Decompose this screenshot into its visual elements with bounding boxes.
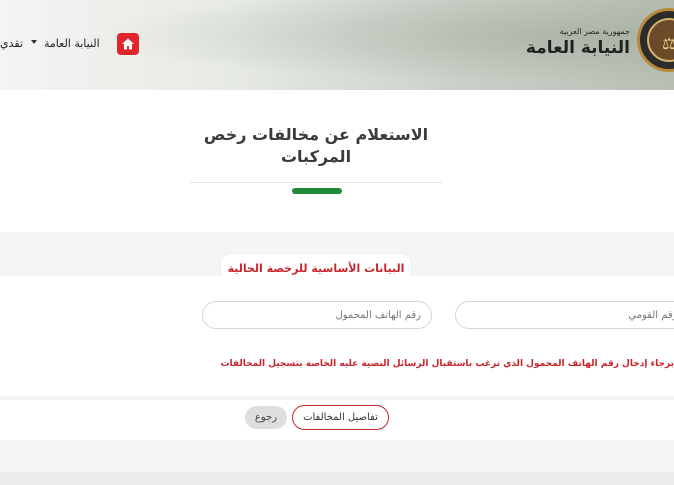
mobile-phone-input[interactable]: [202, 301, 432, 329]
title-divider: [190, 182, 442, 183]
seal-inner: ⚖: [647, 18, 674, 62]
chevron-down-icon[interactable]: [31, 40, 37, 44]
scales-of-justice-icon: ⚖: [662, 34, 674, 53]
phone-note: برجاء إدخال رقم الهاتف المحمول الذي ترغب…: [220, 359, 674, 369]
title-accent-bar: [292, 188, 342, 194]
home-button[interactable]: [117, 33, 139, 55]
form-panel: [0, 276, 674, 396]
page-title: الاستعلام عن مخالفات رخص المركبات: [203, 125, 429, 166]
home-icon: [122, 38, 134, 50]
back-button[interactable]: رجوع: [245, 406, 287, 429]
form-legend: البيانات الأساسية للرخصة الحالية: [227, 262, 405, 275]
org-name[interactable]: النيابة العامة: [526, 38, 630, 58]
footer-strip: [0, 472, 674, 485]
country-name: جمهورية مصر العربية: [559, 27, 630, 36]
site-header: ⚖ جمهورية مصر العربية النيابة العامة الن…: [0, 0, 674, 90]
violation-details-button[interactable]: تفاصيل المخالفات: [292, 405, 389, 430]
nav-item-submit[interactable]: تقدي: [0, 37, 23, 50]
nav-item-public-prosecution[interactable]: النيابة العامة: [44, 37, 100, 50]
national-id-input[interactable]: [455, 301, 674, 329]
